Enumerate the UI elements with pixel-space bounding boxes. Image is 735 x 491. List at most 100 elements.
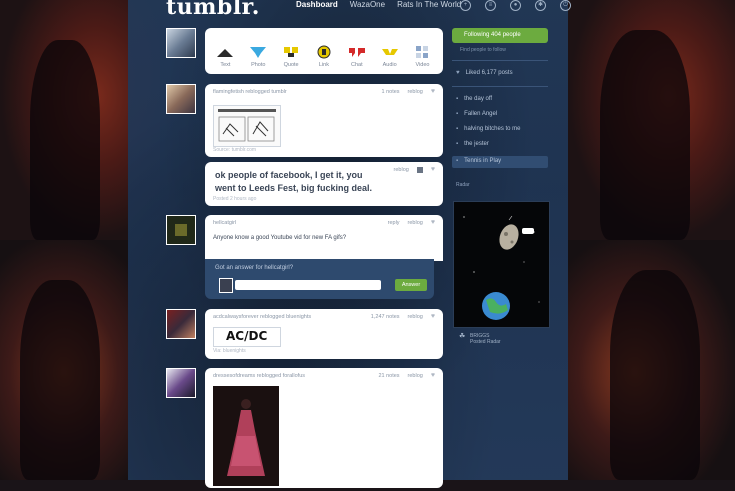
post-type-audio[interactable]: Audio — [376, 45, 404, 74]
blog-icon: ▪ — [456, 158, 459, 164]
user-avatar[interactable] — [166, 28, 196, 58]
find-people-link[interactable]: Find people to follow — [460, 47, 506, 53]
post-type-label: Quote — [283, 62, 299, 68]
inbox-icon[interactable]: ≡ — [485, 0, 496, 11]
bg-figure — [610, 270, 700, 480]
sidebar-divider — [452, 86, 548, 87]
radar-heading: Radar — [456, 182, 470, 188]
bg-figure — [30, 40, 100, 240]
post-type-label: Audio — [382, 62, 397, 68]
post-caption: Source: tumblr.com — [213, 147, 257, 153]
nav-dashboard[interactable]: Dashboard — [296, 0, 338, 9]
plus-icon[interactable]: + — [460, 0, 471, 11]
post-controls: reply reblog ♥ — [388, 219, 435, 226]
heart-icon[interactable]: ♥ — [431, 372, 435, 379]
reblog-button[interactable]: reblog — [408, 220, 423, 226]
post-caption: Via: bluenights — [213, 348, 246, 354]
answer-label: Got an answer for hellcatgirl? — [215, 265, 294, 271]
radar-source: Posted Radar — [470, 339, 501, 345]
post-controls: 21 notes reblog ♥ — [378, 372, 435, 379]
heart-icon[interactable]: ♥ — [431, 313, 435, 320]
radar-caption[interactable]: BRIGGS Posted Radar — [470, 333, 501, 345]
post-meta[interactable]: hellcatgirl — [213, 220, 236, 226]
post-type-chat[interactable]: Chat — [343, 45, 371, 74]
post-image[interactable] — [213, 386, 279, 486]
post-avatar[interactable] — [166, 84, 196, 114]
sidebar-blog-item[interactable]: ▪ halving bitches to me — [456, 126, 521, 132]
text-icon — [217, 49, 234, 57]
post-avatar[interactable] — [166, 215, 196, 245]
account-icon[interactable]: ● — [510, 0, 521, 11]
heart-icon[interactable]: ♥ — [431, 219, 435, 226]
answer-input[interactable] — [235, 280, 381, 290]
comic-drawing — [218, 116, 275, 142]
blog-label: Tennis in Play — [464, 158, 502, 164]
post-type-label: Photo — [251, 62, 266, 68]
answer-button[interactable]: Answer — [395, 279, 427, 291]
heart-icon: ♥ — [456, 70, 460, 76]
blog-icon: ▪ — [456, 111, 459, 117]
post-image[interactable]: AC/DC — [213, 327, 281, 347]
sidebar-blog-item[interactable]: ▪ the jester — [456, 141, 489, 147]
post-photo: dressesofdreams reblogged forallofus 21 … — [205, 368, 443, 488]
blog-label: the day off — [464, 96, 493, 102]
blog-label: the jester — [464, 141, 489, 147]
post-type-photo[interactable]: Photo — [244, 45, 272, 74]
reblog-button[interactable]: reblog — [408, 89, 423, 95]
post-meta[interactable]: dressesofdreams reblogged forallofus — [213, 373, 305, 379]
sidebar-likes[interactable]: ♥ Liked 6,177 posts — [456, 70, 513, 76]
edit-icon[interactable] — [416, 167, 423, 173]
sidebar-divider — [452, 60, 548, 61]
nav-blog-2[interactable]: Rats In The World — [397, 0, 461, 9]
post-avatar[interactable] — [166, 309, 196, 339]
blog-label: halving bitches to me — [464, 126, 521, 132]
reblog-button[interactable]: reblog — [408, 373, 423, 379]
photo-icon — [250, 47, 267, 58]
sidebar-blog-item[interactable]: ▪ Tennis in Play — [456, 158, 501, 164]
sidebar-blog-item[interactable]: ▪ Fallen Angel — [456, 111, 497, 117]
following-label: Following 404 people — [464, 32, 521, 38]
post-body: ok people of facebook, I get it, you wen… — [215, 170, 373, 193]
tumblr-logo[interactable]: tumblr. — [166, 0, 260, 20]
notes-count[interactable]: 21 notes — [378, 373, 399, 379]
header-icons: + ≡ ● ✱ ⏻ — [460, 0, 571, 11]
post-meta[interactable]: acdcalwaysforever reblogged bluenights — [213, 314, 311, 320]
post-type-label: Link — [318, 62, 329, 68]
reblog-button[interactable]: reblog — [408, 314, 423, 320]
post-caption: Posted 2 hours ago — [213, 196, 257, 202]
radar-image[interactable] — [453, 201, 550, 328]
reply-button[interactable]: reply — [388, 220, 400, 226]
sidebar-blog-item[interactable]: ▪ the day off — [456, 96, 492, 102]
post-type-text[interactable]: Text — [211, 45, 239, 74]
settings-icon[interactable]: ✱ — [535, 0, 546, 11]
blog-icon: ▪ — [456, 141, 459, 147]
post-question: hellcatgirl reply reblog ♥ Anyone know a… — [205, 215, 443, 261]
answer-panel: Got an answer for hellcatgirl? Answer — [205, 259, 434, 299]
following-button[interactable]: Following 404 people — [452, 28, 548, 43]
post-type-bar: Text Photo Quote Link Chat Audio Video — [205, 28, 443, 74]
post-meta[interactable]: flamingfetish reblogged tumblr — [213, 89, 287, 95]
reblog-button[interactable]: reblog — [394, 167, 409, 173]
notes-count[interactable]: 1,247 notes — [371, 314, 400, 320]
post-avatar[interactable] — [166, 368, 196, 398]
band-logo: AC/DC — [226, 329, 268, 343]
radar-space-art — [463, 215, 540, 320]
post-type-label: Video — [415, 62, 430, 68]
audio-icon — [381, 49, 398, 55]
blog-label: Fallen Angel — [464, 111, 498, 117]
video-icon — [416, 46, 429, 58]
post-type-video[interactable]: Video — [408, 45, 436, 74]
power-icon[interactable]: ⏻ — [560, 0, 571, 11]
heart-icon[interactable]: ♥ — [431, 166, 435, 173]
user-avatar-small — [219, 278, 233, 293]
post-type-link[interactable]: Link — [310, 45, 338, 74]
chat-icon — [348, 48, 365, 57]
post-image[interactable] — [213, 105, 281, 147]
bg-figure — [600, 30, 690, 240]
post-type-quote[interactable]: Quote — [277, 45, 305, 74]
radar-poster-icon: ☘ — [459, 333, 466, 340]
nav-blog[interactable]: WazaOne — [350, 0, 385, 9]
notes-count[interactable]: 1 notes — [382, 89, 400, 95]
heart-icon[interactable]: ♥ — [431, 88, 435, 95]
blog-icon: ▪ — [456, 126, 459, 132]
